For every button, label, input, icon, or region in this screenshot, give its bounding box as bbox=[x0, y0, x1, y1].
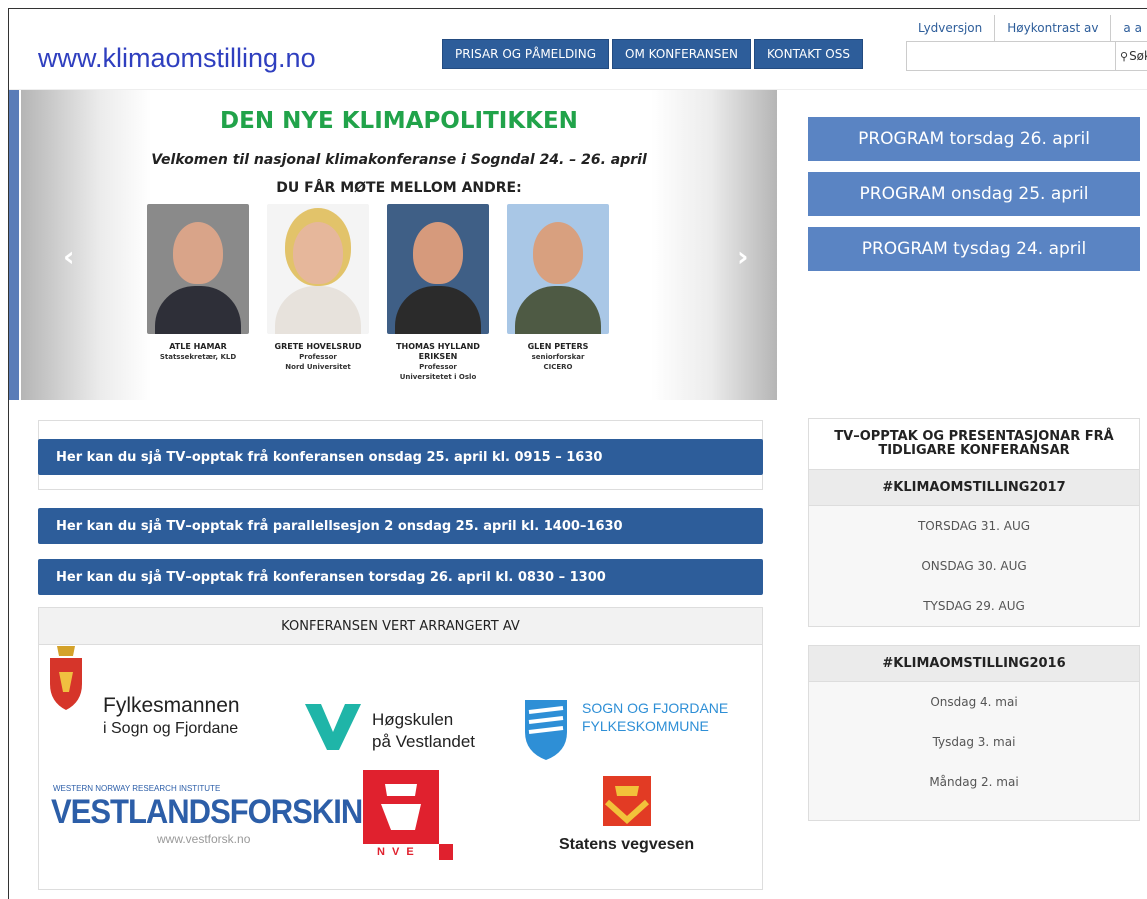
previous-conferences-sidebar: TV–OPPTAK OG PRESENTASJONAR FRÅ TIDLIGAR… bbox=[808, 418, 1140, 839]
nav-om-button[interactable]: OM KONFERANSEN bbox=[612, 39, 751, 69]
speaker-photo bbox=[387, 204, 489, 334]
speaker-name: THOMAS HYLLAND ERIKSEN bbox=[396, 342, 480, 361]
list-item[interactable]: Måndag 2. mai bbox=[809, 762, 1139, 802]
tv-link-parallel[interactable]: Her kan du sjå TV–opptak frå parallellse… bbox=[38, 508, 763, 544]
arrangers-panel: KONFERANSEN VERT ARRANGERT AV Fylkesmann… bbox=[38, 607, 763, 890]
list-item[interactable]: Tysdag 3. mai bbox=[809, 722, 1139, 762]
svv-name: Statens vegvesen bbox=[559, 836, 695, 853]
left-edge-strip bbox=[9, 90, 19, 400]
program-wednesday-button[interactable]: PROGRAM onsdag 25. april bbox=[808, 172, 1140, 216]
conference-2017-box: #KLIMAOMSTILLING2017 TORSDAG 31. AUG ONS… bbox=[808, 470, 1140, 627]
hvl-v-icon bbox=[305, 704, 361, 750]
speaker-card: ATLE HAMAR Statssekretær, KLD bbox=[143, 204, 253, 362]
sidebar-title: TV–OPPTAK OG PRESENTASJONAR FRÅ TIDLIGAR… bbox=[808, 418, 1140, 470]
slide-title: DEN NYE KLIMAPOLITIKKEN bbox=[220, 108, 578, 134]
tv-link-wednesday[interactable]: Her kan du sjå TV–opptak frå konferansen… bbox=[38, 439, 763, 475]
hvl-logo[interactable] bbox=[305, 704, 361, 754]
hvl-name: Høgskulen bbox=[372, 710, 454, 729]
list-item[interactable]: Onsdag 4. mai bbox=[809, 682, 1139, 722]
speaker-role: Statssekretær, KLD bbox=[159, 353, 237, 361]
speaker-role: Professor bbox=[299, 353, 337, 361]
slide-subtitle: Velkomen til nasjonal klimakonferanse i … bbox=[151, 152, 647, 168]
conference-2016-box: #KLIMAOMSTILLING2016 Onsdag 4. mai Tysda… bbox=[808, 645, 1140, 821]
speaker-role: seniorforskar bbox=[531, 353, 585, 361]
hoykontrast-link[interactable]: Høykontrast av bbox=[995, 15, 1112, 41]
speaker-role-2: Nord Universitet bbox=[285, 363, 351, 371]
nve-logo[interactable]: N V E bbox=[363, 770, 453, 860]
sfj-logo[interactable] bbox=[523, 698, 569, 766]
site-url[interactable]: www.klimaomstilling.no bbox=[38, 43, 316, 74]
fylkesmannen-name: Fylkesmannen bbox=[103, 694, 240, 717]
fylkesmannen-logo[interactable] bbox=[45, 632, 87, 716]
slider-next-icon[interactable]: › bbox=[737, 240, 749, 273]
lydversjon-link[interactable]: Lydversjon bbox=[906, 15, 996, 41]
list-item[interactable]: TORSDAG 31. AUG bbox=[809, 506, 1139, 546]
speaker-name: GLEN PETERS bbox=[527, 342, 589, 351]
search-button[interactable]: ⚲ Søk bbox=[1116, 41, 1147, 71]
browser-viewport: www.klimaomstilling.no PRISAR OG PÅMELDI… bbox=[8, 8, 1147, 899]
nav-kontakt-button[interactable]: KONTAKT OSS bbox=[753, 39, 863, 69]
program-thursday-button[interactable]: PROGRAM torsdag 26. april bbox=[808, 117, 1140, 161]
search-input[interactable] bbox=[906, 41, 1116, 71]
speaker-card: THOMAS HYLLAND ERIKSEN Professor Univers… bbox=[383, 204, 493, 382]
tv-link-thursday[interactable]: Her kan du sjå TV–opptak frå konferansen… bbox=[38, 559, 763, 595]
list-item[interactable]: TYSDAG 29. AUG bbox=[809, 586, 1139, 626]
speaker-photo bbox=[147, 204, 249, 334]
program-tuesday-button[interactable]: PROGRAM tysdag 24. april bbox=[808, 227, 1140, 271]
hvl-sub: på Vestlandet bbox=[372, 732, 476, 751]
utility-links: Lydversjon Høykontrast av a a bbox=[906, 15, 1147, 41]
coat-of-arms-icon bbox=[50, 646, 82, 710]
arrangers-heading: KONFERANSEN VERT ARRANGERT AV bbox=[39, 608, 762, 645]
nav-prisar-button[interactable]: PRISAR OG PÅMELDING bbox=[442, 39, 609, 69]
speaker-name: ATLE HAMAR bbox=[169, 342, 227, 351]
conference-2016-heading: #KLIMAOMSTILLING2016 bbox=[809, 646, 1139, 682]
font-size-link[interactable]: a a bbox=[1111, 15, 1147, 41]
list-item[interactable]: ONSDAG 30. AUG bbox=[809, 546, 1139, 586]
slider-prev-icon[interactable]: ‹ bbox=[63, 240, 75, 273]
speaker-photo bbox=[507, 204, 609, 334]
speaker-card: GLEN PETERS seniorforskar CICERO bbox=[503, 204, 613, 372]
speaker-role-2: Universitetet i Oslo bbox=[399, 373, 477, 381]
svv-emblem-icon bbox=[603, 776, 651, 826]
fylkesmannen-sub: i Sogn og Fjordane bbox=[103, 720, 239, 737]
main-nav: PRISAR OG PÅMELDING OM KONFERANSEN KONTA… bbox=[442, 39, 863, 69]
hero-slider: DEN NYE KLIMAPOLITIKKEN Velkomen til nas… bbox=[21, 90, 777, 400]
speaker-photo bbox=[267, 204, 369, 334]
speaker-role: Professor bbox=[419, 363, 457, 371]
nve-label: N V E bbox=[377, 846, 416, 858]
sfj-name: SOGN OG FJORDANE bbox=[582, 700, 729, 716]
search-button-label: Søk bbox=[1129, 49, 1147, 63]
sfj-shield-icon bbox=[525, 700, 567, 760]
vf-url: www.vestforsk.no bbox=[157, 832, 251, 846]
sfj-sub: FYLKESKOMMUNE bbox=[582, 718, 709, 734]
conference-2017-heading: #KLIMAOMSTILLING2017 bbox=[809, 470, 1139, 506]
search-icon: ⚲ bbox=[1120, 49, 1129, 63]
speaker-role-2: CICERO bbox=[543, 363, 573, 371]
slide-subtitle-2: DU FÅR MØTE MELLOM ANDRE: bbox=[276, 180, 522, 196]
speaker-name: GRETE HOVELSRUD bbox=[274, 342, 362, 351]
svv-logo[interactable] bbox=[597, 776, 657, 832]
speaker-card: GRETE HOVELSRUD Professor Nord Universit… bbox=[263, 204, 373, 372]
vf-name[interactable]: VESTLANDSFORSKING bbox=[51, 792, 386, 832]
